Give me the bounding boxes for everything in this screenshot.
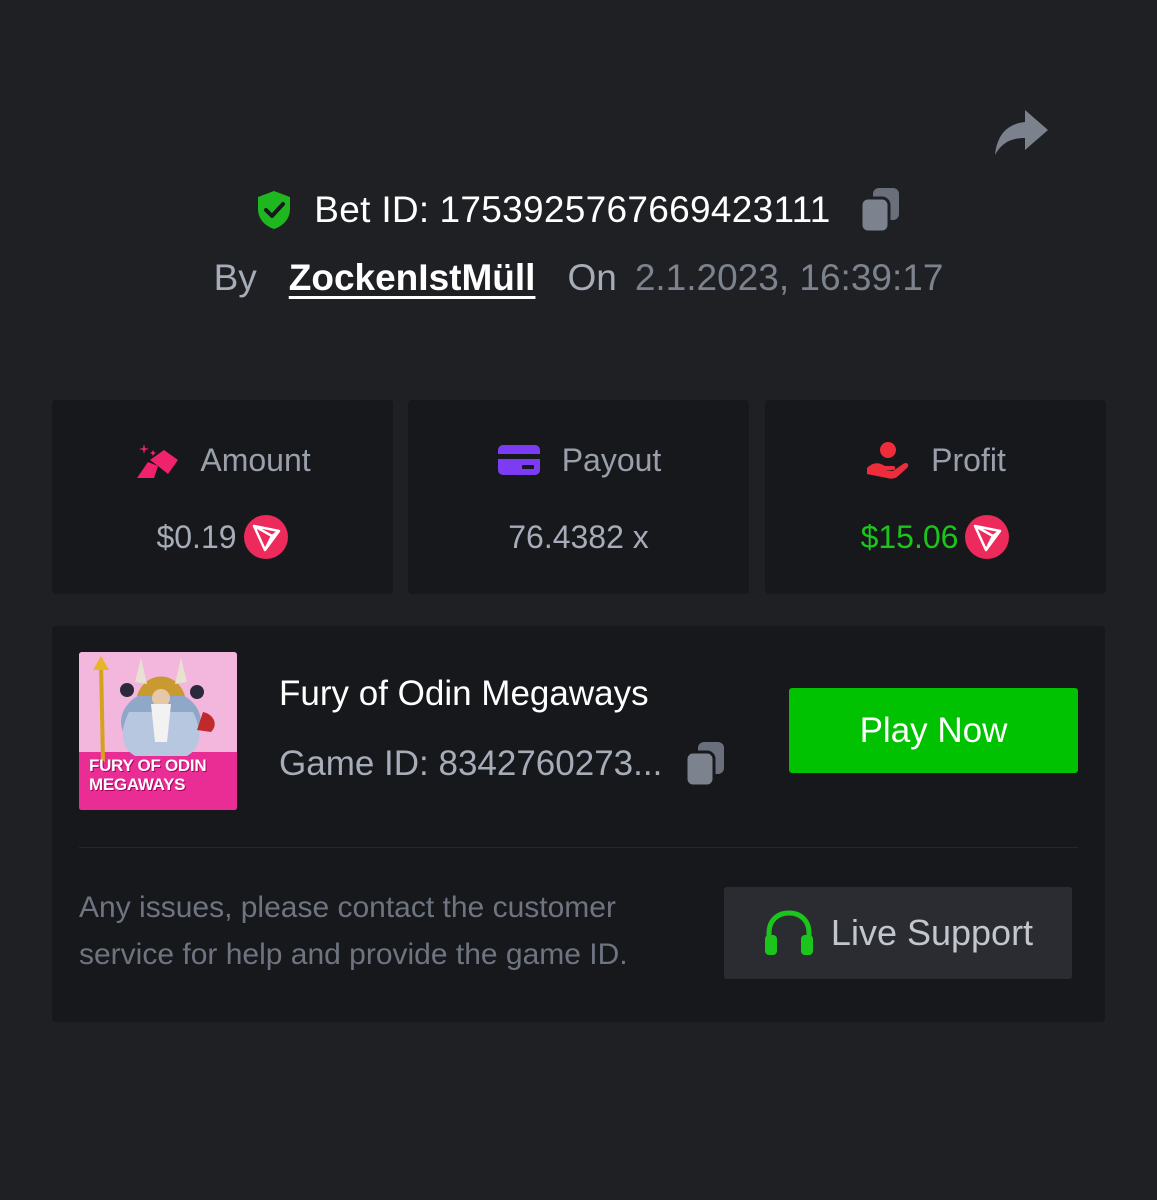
share-icon[interactable] xyxy=(992,106,1050,158)
game-thumbnail[interactable]: FURY OF ODIN MEGAWAYS xyxy=(79,652,237,810)
copy-game-id-icon[interactable] xyxy=(684,740,726,788)
payout-value: 76.4382 x xyxy=(508,518,649,555)
bet-datetime: 2.1.2023, 16:39:17 xyxy=(634,257,944,298)
game-id-row: Game ID: 8342760273... xyxy=(279,738,726,790)
amount-value: $0.19 xyxy=(156,518,237,555)
card-icon xyxy=(497,445,540,475)
payout-card: Payout 76.4382 x xyxy=(408,400,749,594)
game-card: FURY OF ODIN MEGAWAYS Fury of Odin Megaw… xyxy=(52,626,1105,1022)
profit-label: Profit xyxy=(931,441,1006,478)
bet-id-value: 1753925767669423111 xyxy=(439,189,831,230)
game-name: Fury of Odin Megaways xyxy=(279,674,649,713)
bet-id-row: Bet ID: 1753925767669423111 xyxy=(0,182,1157,238)
username-link[interactable]: ZockenIstMüll xyxy=(289,257,536,299)
by-label: By xyxy=(213,257,257,298)
headset-icon xyxy=(764,910,813,955)
play-now-button[interactable]: Play Now xyxy=(789,688,1078,773)
amount-card: Amount $0.19 xyxy=(52,400,393,594)
help-text: Any issues, please contact the customer … xyxy=(79,891,628,971)
copy-bet-id-icon[interactable] xyxy=(859,186,901,234)
divider xyxy=(79,847,1078,848)
on-label: On xyxy=(567,257,617,298)
profit-value: $15.06 xyxy=(860,518,959,555)
bet-meta-row: By ZockenIstMüll On 2.1.2023, 16:39:17 xyxy=(0,250,1157,306)
bet-id-label: Bet ID: xyxy=(314,189,430,230)
profit-card: Profit $15.06 xyxy=(765,400,1106,594)
tron-icon xyxy=(243,515,288,559)
verified-shield-icon xyxy=(258,191,291,229)
live-support-button[interactable]: Live Support xyxy=(724,887,1072,979)
amount-label: Amount xyxy=(200,441,311,478)
game-thumbnail-title: FURY OF ODIN MEGAWAYS xyxy=(89,756,207,794)
coins-icon xyxy=(137,444,179,478)
live-support-label: Live Support xyxy=(830,912,1034,953)
payout-label: Payout xyxy=(561,441,662,478)
tron-icon xyxy=(965,515,1010,559)
hand-user-icon xyxy=(867,442,909,479)
game-id-text: Game ID: 8342760273... xyxy=(279,744,663,783)
